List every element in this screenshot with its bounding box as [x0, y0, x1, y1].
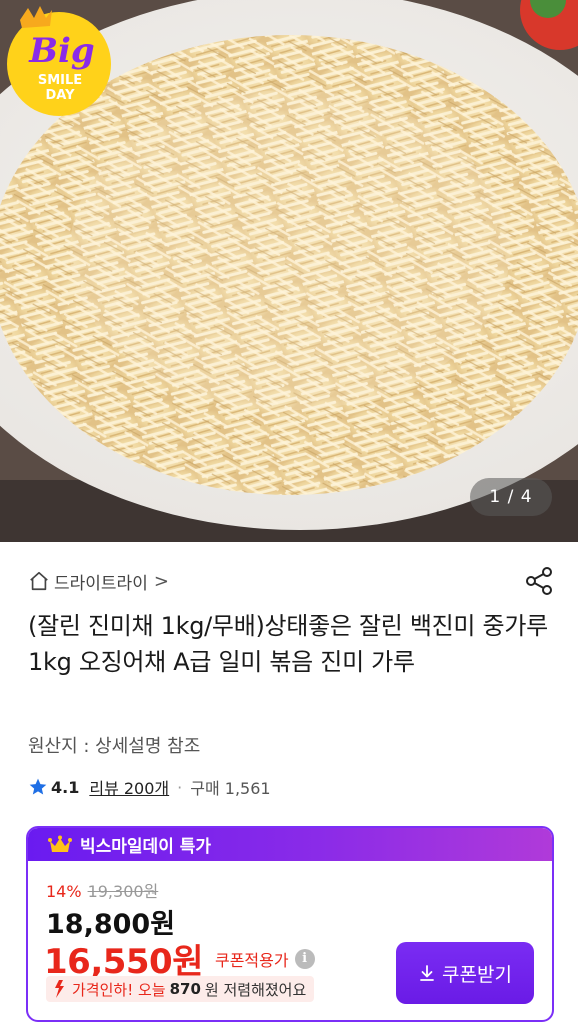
chevron-right-icon: >	[153, 570, 169, 592]
big-smile-day-badge: Big SMILE DAY	[7, 6, 111, 116]
rating-row: 4.1 리뷰 200개 · 구매 1,561	[28, 775, 271, 799]
product-title: (잘린 진미채 1kg/무배)상태좋은 잘린 백진미 중가루 1kg 오징어채 …	[28, 612, 548, 676]
badge-day-text: DAY	[45, 88, 75, 103]
special-price-header: 빅스마일데이 특가	[28, 828, 552, 861]
home-icon	[30, 571, 48, 591]
special-price-card: 빅스마일데이 특가 14% 19,300원 18,800원 16,550원 쿠폰…	[26, 826, 554, 1022]
purchase-count: 구매 1,561	[190, 779, 271, 798]
separator-dot: ·	[177, 777, 183, 797]
special-price-title: 빅스마일데이 특가	[80, 837, 212, 857]
badge-smile-text: SMILE	[38, 73, 82, 88]
store-breadcrumb[interactable]: 드라이트라이 >	[28, 568, 169, 594]
rating-score: 4.1	[51, 777, 80, 797]
star-icon	[29, 778, 47, 795]
price-drop-suffix: 원 저렴해졌어요	[204, 980, 307, 999]
origin-text: 원산지 : 상세설명 참조	[28, 736, 201, 757]
original-price: 19,300원	[87, 882, 159, 901]
info-icon[interactable]: i	[294, 948, 315, 969]
store-name: 드라이트라이	[54, 573, 148, 594]
share-icon[interactable]	[522, 564, 556, 598]
review-link[interactable]: 리뷰 200개	[89, 775, 169, 799]
product-image-gallery[interactable]: Big SMILE DAY 1 / 4	[0, 0, 578, 542]
download-icon	[420, 965, 434, 981]
price-drop-banner: 가격인하! 오늘 870 원 저렴해졌어요	[46, 976, 315, 1002]
badge-big-text: Big	[28, 31, 94, 71]
price-drop-amount: 870	[169, 980, 201, 998]
crown-icon	[48, 835, 72, 852]
price-drop-prefix: 가격인하! 오늘	[72, 980, 166, 999]
get-coupon-label: 쿠폰받기	[442, 964, 512, 986]
get-coupon-button[interactable]: 쿠폰받기	[396, 942, 534, 1004]
discount-percent: 14%	[46, 882, 82, 901]
image-counter: 1 / 4	[470, 478, 552, 516]
price-drop-arrow-icon	[55, 980, 64, 998]
coupon-price-label: 쿠폰적용가	[214, 950, 289, 970]
discount-row: 14% 19,300원	[46, 878, 158, 902]
